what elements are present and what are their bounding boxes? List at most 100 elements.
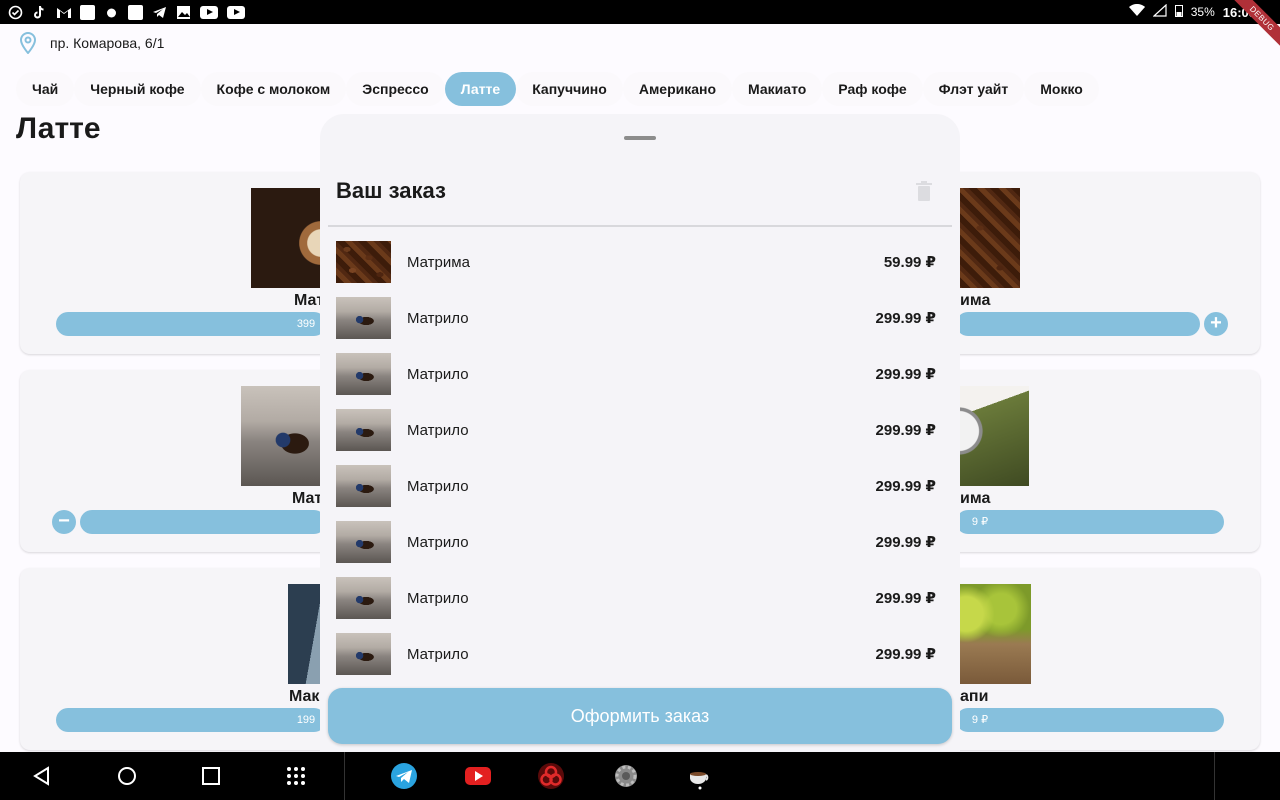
- navigation-bar: [0, 752, 1280, 800]
- item-image: [336, 297, 391, 339]
- tab-black-coffee[interactable]: Черный кофе: [74, 72, 201, 106]
- product-name: Мак: [289, 688, 320, 705]
- item-image: [336, 409, 391, 451]
- tab-raf-coffee[interactable]: Раф кофе: [822, 72, 923, 106]
- item-price: 299.99 ₽: [875, 534, 936, 551]
- item-price: 299.99 ₽: [875, 646, 936, 663]
- tab-flat-white[interactable]: Флэт уайт: [922, 72, 1025, 106]
- item-price: 59.99 ₽: [883, 254, 936, 271]
- product-name: апи: [960, 688, 989, 705]
- tab-macchiato[interactable]: Макиато: [732, 72, 823, 106]
- item-image: [336, 633, 391, 675]
- check-circle-icon: [8, 5, 23, 20]
- recents-icon[interactable]: [199, 764, 223, 788]
- page-title: Латте: [16, 112, 101, 145]
- wifi-icon: [1128, 3, 1145, 20]
- app-icon: [104, 5, 119, 20]
- tab-cappuccino[interactable]: Капуччино: [516, 72, 623, 106]
- order-item[interactable]: Матрило 299.99 ₽: [320, 290, 960, 346]
- square-icon: [128, 4, 143, 20]
- square-icon: [80, 4, 95, 20]
- tab-tea[interactable]: Чай: [16, 72, 75, 106]
- item-image: [336, 577, 391, 619]
- gmail-icon: [56, 5, 71, 20]
- tab-coffee-with-milk[interactable]: Кофе с молоком: [200, 72, 347, 106]
- item-name: Матрило: [407, 533, 469, 551]
- order-item[interactable]: Матрило 299.99 ₽: [320, 346, 960, 402]
- order-list: Матрима 59.99 ₽ Матрило 299.99 ₽ Матрило…: [320, 234, 960, 682]
- order-bottom-sheet: Ваш заказ Матрима 59.99 ₽ Матрило 299.99…: [320, 114, 960, 752]
- order-item[interactable]: Матрило 299.99 ₽: [320, 570, 960, 626]
- product-name: има: [960, 292, 991, 309]
- signal-icon: [1152, 3, 1167, 20]
- divider: [1214, 752, 1215, 800]
- product-name: има: [960, 490, 991, 507]
- item-name: Матрило: [407, 477, 469, 495]
- item-price: 299.99 ₽: [875, 590, 936, 607]
- item-price: 299.99 ₽: [875, 366, 936, 383]
- back-icon[interactable]: [30, 764, 54, 788]
- tab-mocha[interactable]: Мокко: [1024, 72, 1099, 106]
- youtube-icon[interactable]: [464, 762, 492, 790]
- trash-icon[interactable]: [914, 180, 934, 202]
- biohazard-icon[interactable]: [537, 762, 565, 790]
- divider: [328, 225, 952, 227]
- add-to-cart-button[interactable]: 399: [56, 312, 326, 336]
- item-name: Матрима: [407, 253, 470, 271]
- category-tabs: Чай Черный кофе Кофе с молоком Эспрессо …: [16, 72, 1099, 106]
- item-name: Матрило: [407, 365, 469, 383]
- item-name: Матрило: [407, 589, 469, 607]
- add-to-cart-button[interactable]: 9 ₽: [956, 510, 1224, 534]
- notification-icons: [8, 4, 245, 20]
- product-price: 9 ₽: [971, 516, 989, 528]
- order-item[interactable]: Матрима 59.99 ₽: [320, 234, 960, 290]
- coffee-cup-icon[interactable]: [686, 762, 714, 790]
- youtube-icon: [200, 5, 218, 19]
- product-price: 199: [296, 714, 316, 726]
- status-bar: 35% 16:05 DEBUG: [0, 0, 1280, 52]
- product-price: 9 ₽: [971, 714, 989, 726]
- order-item[interactable]: Матрило 299.99 ₽: [320, 626, 960, 682]
- item-price: 299.99 ₽: [875, 310, 936, 327]
- tab-espresso[interactable]: Эспрессо: [346, 72, 445, 106]
- product-name: Мат: [292, 490, 323, 507]
- home-icon[interactable]: [115, 764, 139, 788]
- item-image: [336, 241, 391, 283]
- battery-percent: 35%: [1190, 5, 1215, 19]
- image-icon: [176, 5, 191, 20]
- tiktok-icon: [32, 5, 47, 20]
- item-name: Матрило: [407, 309, 469, 327]
- apps-grid-icon[interactable]: [284, 764, 308, 788]
- youtube-icon: [227, 5, 245, 19]
- tab-latte[interactable]: Латте: [444, 72, 517, 106]
- quantity-bar[interactable]: [956, 312, 1200, 336]
- add-to-cart-button[interactable]: 9 ₽: [956, 708, 1224, 732]
- checkout-button[interactable]: Оформить заказ: [328, 688, 952, 744]
- order-item[interactable]: Матрило 299.99 ₽: [320, 458, 960, 514]
- location-pin-icon: [19, 32, 37, 54]
- product-price: 399: [296, 318, 316, 330]
- decrease-button[interactable]: −: [52, 510, 76, 534]
- order-item[interactable]: Матрило 299.99 ₽: [320, 514, 960, 570]
- add-to-cart-button[interactable]: 199: [56, 708, 326, 732]
- order-item[interactable]: Матрило 299.99 ₽: [320, 402, 960, 458]
- item-price: 299.99 ₽: [875, 422, 936, 439]
- item-name: Матрило: [407, 645, 469, 663]
- telegram-icon[interactable]: [390, 762, 418, 790]
- address-text: пр. Комарова, 6/1: [50, 35, 165, 51]
- quantity-bar[interactable]: [80, 510, 326, 534]
- divider: [344, 752, 345, 800]
- item-name: Матрило: [407, 421, 469, 439]
- delivery-address[interactable]: пр. Комарова, 6/1: [18, 32, 164, 54]
- item-price: 299.99 ₽: [875, 478, 936, 495]
- item-image: [336, 465, 391, 507]
- drag-handle[interactable]: [624, 136, 656, 140]
- battery-icon: [1174, 4, 1183, 20]
- order-title: Ваш заказ: [336, 178, 446, 203]
- settings-icon[interactable]: [612, 762, 640, 790]
- item-image: [336, 353, 391, 395]
- telegram-icon: [152, 5, 167, 20]
- tab-americano[interactable]: Американо: [622, 72, 733, 106]
- item-image: [336, 521, 391, 563]
- increase-button[interactable]: +: [1204, 312, 1228, 336]
